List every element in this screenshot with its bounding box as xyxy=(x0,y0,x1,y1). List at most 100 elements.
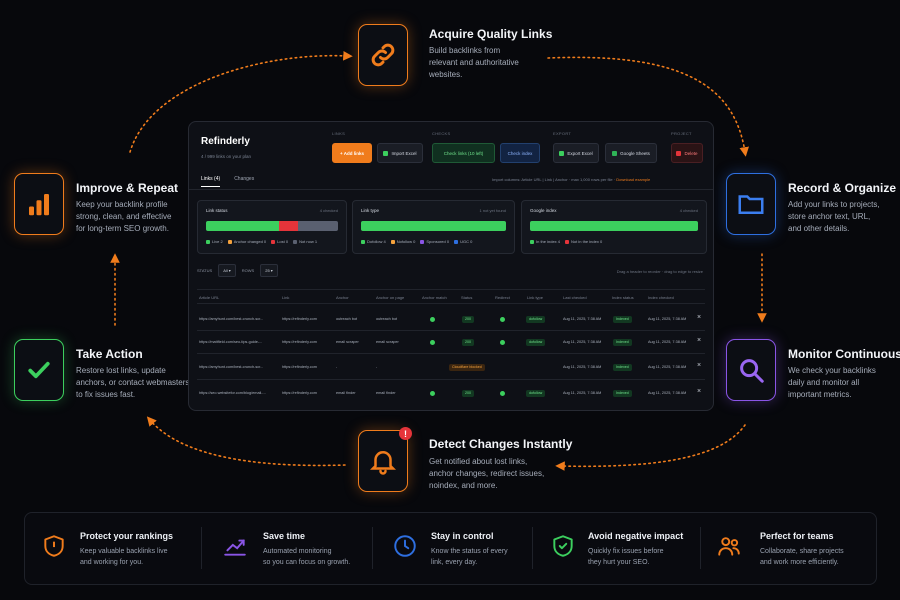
anchor-text: - xyxy=(336,365,338,369)
col-status[interactable]: Status xyxy=(461,295,472,300)
clock-icon xyxy=(394,535,416,557)
link-status-card[interactable]: Link status 4 checked Live 2 Anchor chan… xyxy=(197,200,347,254)
link-icon xyxy=(371,43,395,67)
benefit-title: Stay in control xyxy=(431,531,494,541)
col-anchor-on-page[interactable]: Anchor on page xyxy=(376,295,404,300)
match-dot xyxy=(430,317,435,322)
anchor-on-page: - xyxy=(376,365,378,369)
link-type-badge: dofollow xyxy=(526,390,546,397)
benefit-divider xyxy=(372,527,373,569)
benefit-title: Protect your rankings xyxy=(80,531,174,541)
check-index-button[interactable]: Check index xyxy=(500,143,540,163)
article-url[interactable]: https://amyhunt.com/best-crunch-scr... xyxy=(199,317,279,321)
last-checked: Aug 11, 2025, 7:38 AM xyxy=(563,365,602,369)
record-desc: Add your links to projects, store anchor … xyxy=(788,200,880,233)
remove-row-icon[interactable]: × xyxy=(697,388,701,395)
trend-chart-icon xyxy=(224,539,246,556)
anchor-text: email scraper xyxy=(336,340,359,344)
match-dot xyxy=(430,340,435,345)
status-badge: Cloudflare blocked xyxy=(449,364,485,371)
link-url[interactable]: https://refinderly.com xyxy=(282,317,317,321)
download-example-link[interactable]: Download example xyxy=(616,177,650,182)
article-url[interactable]: https://amyhunt.com/best-crunch-scr... xyxy=(199,365,279,369)
article-url[interactable]: https://mattfield.com/seo-tips-guide-... xyxy=(199,340,279,344)
record-title: Record & Organize xyxy=(788,181,897,195)
benefit-divider xyxy=(700,527,701,569)
row-divider xyxy=(197,353,705,354)
shield-icon xyxy=(44,535,64,557)
article-url[interactable]: https://seo.websitefor.com/blog/email-..… xyxy=(199,391,279,395)
tab-changes[interactable]: Changes xyxy=(234,176,254,187)
app-panel: Refinderly 4 / 999 links on your plan LI… xyxy=(188,121,714,411)
remove-row-icon[interactable]: × xyxy=(697,314,701,321)
tab-links[interactable]: Links (4) xyxy=(201,176,221,187)
link-type-badge: dofollow xyxy=(526,316,546,323)
monitor-step-icon-box xyxy=(726,339,776,401)
header-divider xyxy=(197,303,705,304)
col-redirect[interactable]: Redirect xyxy=(495,295,510,300)
remove-row-icon[interactable]: × xyxy=(697,362,701,369)
improve-title: Improve & Repeat xyxy=(76,181,179,195)
row-divider xyxy=(197,330,705,331)
benefit-desc: Keep valuable backlinks live and working … xyxy=(80,548,168,566)
acquire-title: Acquire Quality Links xyxy=(429,27,553,41)
import-excel-button[interactable]: Import Excel xyxy=(377,143,423,163)
card-count: 4 checked xyxy=(319,208,338,213)
group-label-links: LINKS xyxy=(332,131,346,136)
status-badge: 200 xyxy=(462,390,474,397)
check-links-button[interactable]: Check links (10 left) xyxy=(432,143,495,163)
export-excel-button[interactable]: Export Excel xyxy=(553,143,599,163)
remove-row-icon[interactable]: × xyxy=(697,337,701,344)
google-index-card[interactable]: Google index 4 checked In the index 4 No… xyxy=(521,200,707,254)
benefit-desc: Know the status of every link, every day. xyxy=(431,548,508,566)
col-link-type[interactable]: Link type xyxy=(527,295,543,300)
match-dot xyxy=(430,391,435,396)
add-links-button[interactable]: + Add links xyxy=(332,143,372,163)
link-status-bar xyxy=(206,221,338,231)
card-legend: Dofollow 4 Nofollow 0 Sponsored 0 UGC 0 xyxy=(361,239,472,244)
action-title: Take Action xyxy=(76,347,143,361)
last-checked: Aug 11, 2025, 7:38 AM xyxy=(563,340,602,344)
drag-hint: Drag a header to reorder · drag to edge … xyxy=(616,269,703,274)
col-last-checked[interactable]: Last checked xyxy=(563,295,587,300)
link-type-bar xyxy=(361,221,506,231)
excel-icon xyxy=(383,150,389,156)
col-article-url[interactable]: Article URL xyxy=(199,295,219,300)
card-title: Google index xyxy=(530,208,557,213)
anchor-text: outreach bot xyxy=(336,317,358,321)
card-count: 4 checked xyxy=(679,208,698,213)
col-anchor[interactable]: Anchor xyxy=(336,295,349,300)
detect-title: Detect Changes Instantly xyxy=(429,437,573,451)
rows-select[interactable]: 25 ▾ xyxy=(260,264,278,277)
col-index-checked[interactable]: Index checked xyxy=(648,295,674,300)
col-link[interactable]: Link xyxy=(282,295,289,300)
last-checked: Aug 11, 2025, 7:38 AM xyxy=(563,391,602,395)
checkmark-icon xyxy=(28,361,50,379)
status-select[interactable]: All ▾ xyxy=(218,264,236,277)
app-title: Refinderly xyxy=(201,136,250,147)
col-anchor-match[interactable]: Anchor match xyxy=(422,295,447,300)
team-icon xyxy=(718,537,740,556)
table-top-border xyxy=(197,289,705,290)
bell-alert-icon xyxy=(369,451,397,475)
tab-divider xyxy=(189,189,713,190)
index-checked: Aug 11, 2025, 7:38 AM xyxy=(648,340,687,344)
group-label-checks: CHECKS xyxy=(432,131,451,136)
index-badge: Indexed xyxy=(613,339,632,346)
monitor-desc: We check your backlinks daily and monitor… xyxy=(788,366,876,399)
last-checked: Aug 11, 2025, 7:38 AM xyxy=(563,317,602,321)
detect-step-icon-box: ! xyxy=(358,427,412,492)
link-type-card[interactable]: Link type 1 not yet found Dofollow 4 Nof… xyxy=(352,200,515,254)
link-url[interactable]: https://refinderly.com xyxy=(282,391,317,395)
index-badge: Indexed xyxy=(613,364,632,371)
link-url[interactable]: https://refinderly.com xyxy=(282,340,317,344)
link-url[interactable]: https://refinderly.com xyxy=(282,365,317,369)
col-index-status[interactable]: Index status xyxy=(612,295,634,300)
redirect-dot xyxy=(500,391,505,396)
benefit-title: Perfect for teams xyxy=(760,531,834,541)
trash-icon xyxy=(676,150,682,156)
card-count: 1 not yet found xyxy=(479,208,506,213)
folder-icon xyxy=(738,195,764,214)
delete-button[interactable]: Delete xyxy=(671,143,703,163)
google-sheets-button[interactable]: Google Sheets xyxy=(605,143,657,163)
